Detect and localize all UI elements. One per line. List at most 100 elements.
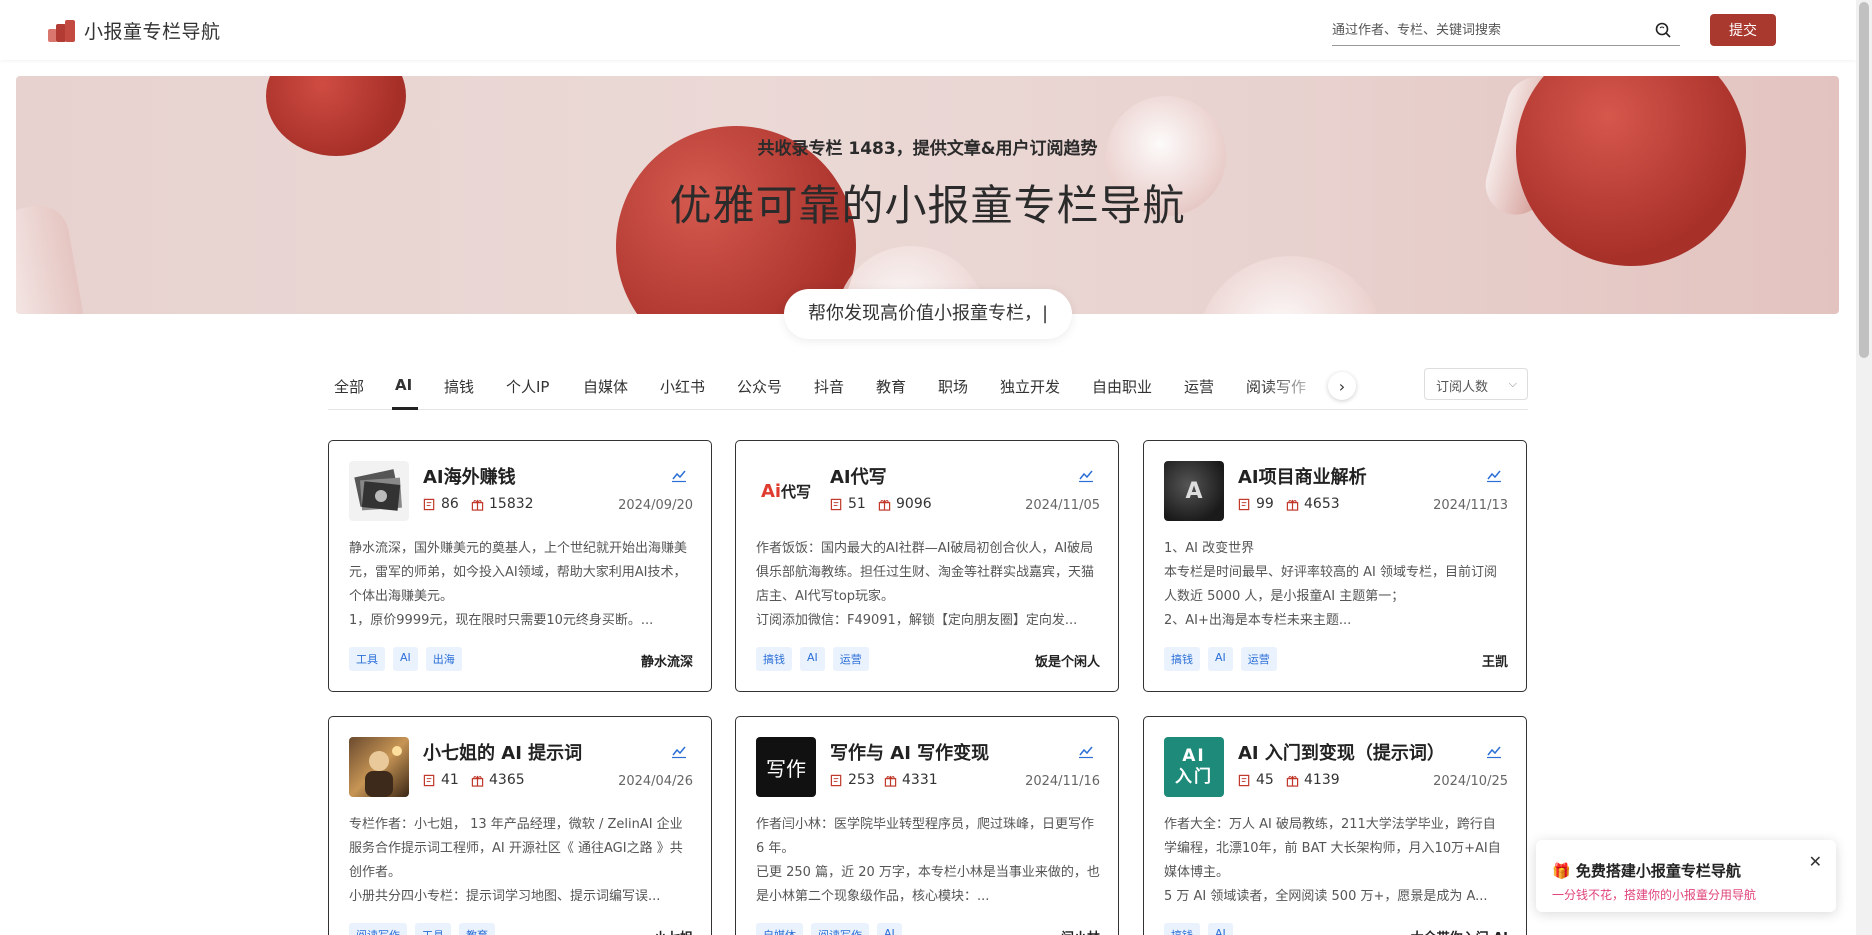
description-line: 小册共分四小专栏：提示词学习地图、提示词编写误... [349,889,661,904]
tag[interactable]: 自媒体 [756,923,803,935]
tab-indie-dev[interactable]: 独立开发 [1000,376,1060,397]
tab-career[interactable]: 职场 [938,376,968,397]
column-card[interactable]: 小七姐的 AI 提示词 41 4365 2024/04/26 专栏作者：小七姐，… [328,716,712,935]
article-count-value: 253 [848,772,875,788]
tab-freelance[interactable]: 自由职业 [1092,376,1152,397]
article-icon [830,498,842,510]
tab-self-media[interactable]: 自媒体 [583,376,628,397]
trend-chart-icon[interactable] [1078,467,1094,483]
tag[interactable]: 教育 [459,923,495,935]
tag[interactable]: 出海 [425,647,462,671]
tag[interactable]: 运营 [1240,647,1277,671]
scrollbar-thumb[interactable] [1859,2,1869,358]
column-title[interactable]: AI海外赚钱 [423,463,516,489]
column-card[interactable]: A AI项目商业解析 99 4653 2024/11/13 1、AI 改变世界 … [1143,440,1527,692]
description-line: 订阅添加微信：F49091，解锁【定向朋友圈】定向发... [756,613,1078,628]
tag-list: 搞钱 AI [1164,923,1233,935]
tag[interactable]: 阅读写作 [811,923,869,935]
promo-subtitle: 一分钱不花，搭建你的小报童分用导航 [1552,888,1757,902]
tab-wechat-official[interactable]: 公众号 [737,376,782,397]
submit-button[interactable]: 提交 [1710,14,1776,46]
tag[interactable]: 工具 [415,923,451,935]
column-description: 专栏作者：小七姐， 13 年产品经理，微软 / ZelinAI 企业服务合作提示… [349,813,693,909]
thumb-text: Ai [760,480,782,502]
tab-ai[interactable]: AI [395,376,412,394]
promo-title[interactable]: 🎁 免费搭建小报童专栏导航 [1552,860,1741,881]
tag[interactable]: 搞钱 [1164,923,1200,935]
tag-list: 工具 AI 出海 [349,647,462,671]
close-icon[interactable]: ✕ [1809,852,1822,871]
column-title[interactable]: AI代写 [830,463,887,489]
article-icon [1238,774,1250,786]
description-line: 5 万 AI 领域读者，全网阅读 500 万+，愿景是成为 A... [1164,889,1488,904]
author-name[interactable]: 静水流深 [641,651,693,670]
tag[interactable]: AI [393,647,418,671]
promo-toast[interactable]: 🎁 免费搭建小报童专栏导航 一分钱不花，搭建你的小报童分用导航 ✕ [1536,840,1836,912]
column-card[interactable]: AI海外赚钱 86 15832 2024/09/20 静水流深，国外赚美元的奠基… [328,440,712,692]
column-title[interactable]: AI 入门到变现（提示词） [1238,739,1445,765]
sort-selected-value: 订阅人数 [1436,380,1489,395]
update-date: 2024/11/16 [1025,774,1100,789]
sort-select[interactable]: 订阅人数 ⌵ [1424,368,1528,400]
column-card[interactable]: Ai 代写 AI代写 51 9096 2024/11/05 作者饭饭：国内最大的A… [735,440,1119,692]
tag-list: 阅读写作 工具 教育 [349,923,495,935]
tag[interactable]: 搞钱 [1164,647,1200,671]
tab-all[interactable]: 全部 [334,376,364,397]
column-title[interactable]: 写作与 AI 写作变现 [830,739,989,765]
column-title[interactable]: 小七姐的 AI 提示词 [423,739,582,765]
tab-education[interactable]: 教育 [876,376,906,397]
trend-chart-icon[interactable] [1078,743,1094,759]
thumb-text: 代写 [781,482,812,501]
hero-banner: 共收录专栏 1483，提供文章&用户订阅趋势 优雅可靠的小报童专栏导航 [16,76,1839,314]
subscriber-count-value: 15832 [489,496,534,512]
author-name[interactable]: 大全带你入门 AI [1411,927,1508,935]
gift-icon [471,499,484,511]
article-count: 86 [423,496,459,512]
author-name[interactable]: 王凯 [1482,651,1508,670]
trend-chart-icon[interactable] [671,467,687,483]
tag[interactable]: 运营 [832,647,869,671]
site-logo[interactable]: 小报童专栏导航 [48,17,221,44]
column-thumbnail: 写作 [756,737,816,797]
tab-personal-ip[interactable]: 个人IP [506,376,549,397]
gift-icon [1286,499,1299,511]
column-title[interactable]: AI项目商业解析 [1238,463,1367,489]
trend-chart-icon[interactable] [1486,743,1502,759]
column-card[interactable]: AI 入门 AI 入门到变现（提示词） 45 4139 2024/10/25 作者… [1143,716,1527,935]
article-count: 41 [423,772,459,788]
article-count: 45 [1238,772,1274,788]
tag[interactable]: AI [1208,647,1233,671]
subscriber-count: 4365 [471,772,525,788]
tab-operations[interactable]: 运营 [1184,376,1214,397]
tag[interactable]: AI [1208,923,1233,935]
column-description: 作者饭饭：国内最大的AI社群—AI破局初创合伙人，AI破局俱乐部航海教练。担任过… [756,537,1100,633]
article-count: 253 [830,772,875,788]
search-input[interactable] [1332,16,1642,44]
page-scrollbar[interactable] [1856,0,1872,935]
tabs-next-button[interactable]: › [1328,372,1356,400]
article-icon [423,774,435,786]
tag[interactable]: AI [877,923,902,935]
tab-xiaohongshu[interactable]: 小红书 [660,376,705,397]
author-name[interactable]: 闫小林 [1061,927,1100,935]
subscriber-count: 4139 [1286,772,1340,788]
tag[interactable]: 搞钱 [756,647,792,671]
thumb-text: AI [1182,746,1206,766]
article-icon [423,498,435,510]
banner-title: 优雅可靠的小报童专栏导航 [669,181,1186,230]
trend-chart-icon[interactable] [671,743,687,759]
column-card[interactable]: 写作 写作与 AI 写作变现 253 4331 2024/11/16 作者闫小林… [735,716,1119,935]
tag[interactable]: 阅读写作 [349,923,407,935]
search-icon[interactable] [1654,21,1672,39]
description-line: 作者闫小林：医学院毕业转型程序员，爬过珠峰，日更写作 6 年。 [756,817,1095,856]
update-date: 2024/04/26 [618,774,693,789]
author-name[interactable]: 饭是个闲人 [1035,651,1100,670]
author-name[interactable]: 小七姐 [654,927,693,935]
tag[interactable]: 工具 [349,647,385,671]
trend-chart-icon[interactable] [1486,467,1502,483]
tag[interactable]: AI [800,647,825,671]
tab-douyin[interactable]: 抖音 [814,376,844,397]
chevron-down-icon: ⌵ [1508,377,1517,390]
tag-list: 搞钱 AI 运营 [1164,647,1277,671]
tab-money[interactable]: 搞钱 [444,376,474,397]
